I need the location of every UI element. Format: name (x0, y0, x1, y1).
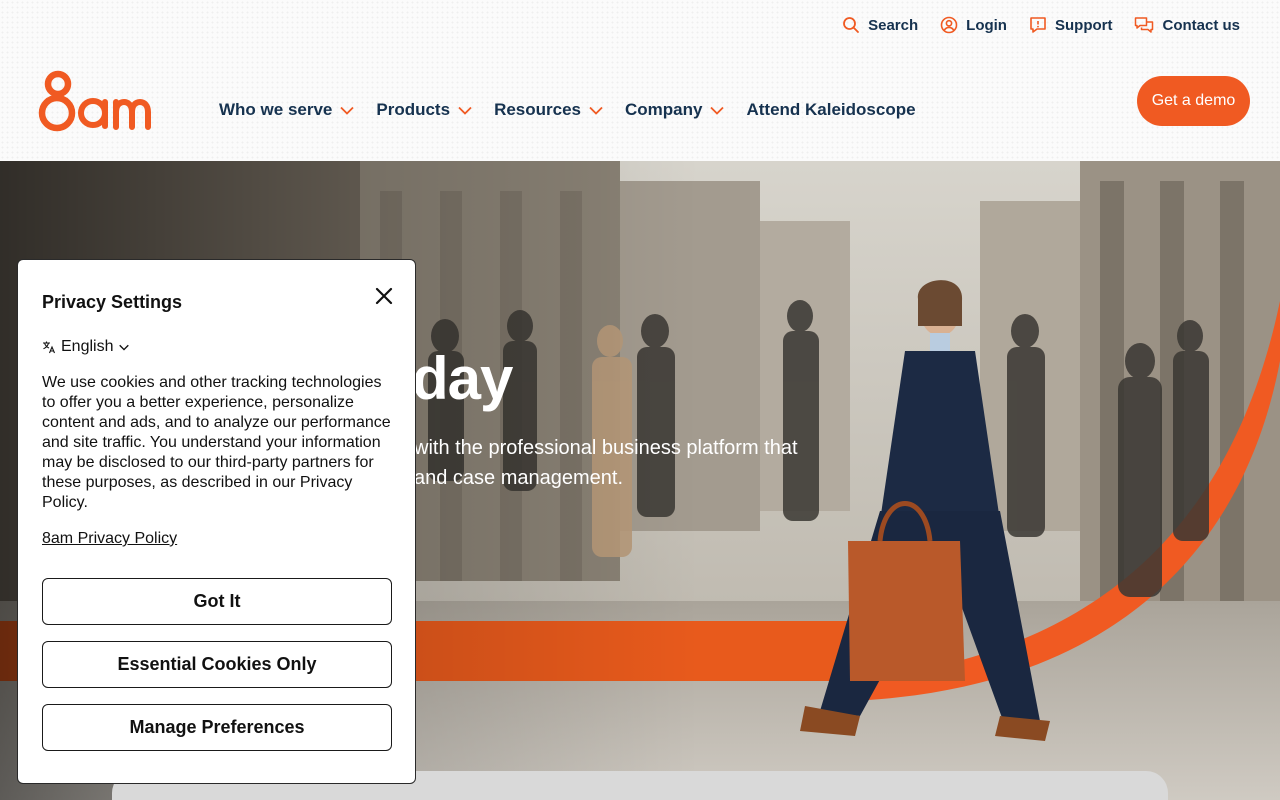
privacy-settings-dialog: Privacy Settings English We use cookies … (17, 259, 416, 784)
hero-title: day (412, 345, 513, 412)
chat-bubbles-icon (1135, 17, 1154, 33)
brand-logo[interactable] (38, 70, 152, 132)
nav-label: Products (376, 100, 451, 119)
nav-who-we-serve[interactable]: Who we serve (219, 98, 355, 122)
nav-attend-kaleidoscope[interactable]: Attend Kaleidoscope (746, 98, 915, 122)
utility-nav: Search Login Support Contact us (842, 14, 1240, 36)
search-icon (843, 17, 860, 33)
chevron-down-icon (589, 106, 603, 115)
chevron-down-icon (710, 106, 725, 115)
hero-subtitle: with the professional business platform … (414, 433, 834, 493)
user-circle-icon (940, 16, 958, 34)
nav-label: Company (625, 100, 703, 119)
support-link-label: Support (1054, 16, 1113, 34)
language-label: English (61, 338, 114, 355)
nav-products[interactable]: Products (376, 98, 472, 122)
got-it-button[interactable]: Got It (42, 578, 392, 625)
language-selector[interactable]: English (42, 338, 130, 356)
nav-label: Attend Kaleidoscope (746, 100, 916, 119)
chevron-down-icon (340, 106, 355, 115)
login-link-label: Login (966, 16, 1007, 34)
hero-subtitle-line-2: and case management. (414, 467, 624, 489)
search-link[interactable]: Search (842, 14, 918, 36)
get-demo-button[interactable]: Get a demo (1137, 76, 1250, 126)
essential-cookies-button[interactable]: Essential Cookies Only (42, 641, 392, 688)
dialog-title: Privacy Settings (42, 292, 183, 312)
close-icon[interactable] (375, 287, 393, 305)
search-link-label: Search (868, 16, 919, 34)
nav-label: Resources (494, 100, 581, 119)
login-link[interactable]: Login (940, 14, 1007, 36)
contact-link[interactable]: Contact us (1134, 14, 1240, 36)
manage-preferences-button[interactable]: Manage Preferences (42, 704, 392, 751)
main-nav: Who we serve Products Resources Company … (219, 98, 916, 122)
nav-company[interactable]: Company (625, 98, 725, 122)
hero-subtitle-line-1: with the professional business platform … (414, 437, 798, 459)
nav-label: Who we serve (219, 100, 333, 119)
chevron-down-icon (458, 106, 472, 115)
contact-link-label: Contact us (1162, 16, 1240, 34)
site-header: Search Login Support Contact us Who we s… (0, 0, 1280, 161)
help-chat-icon (1030, 17, 1046, 33)
privacy-policy-link[interactable]: 8am Privacy Policy (42, 530, 177, 548)
nav-resources[interactable]: Resources (494, 98, 603, 122)
support-link[interactable]: Support (1029, 14, 1113, 36)
dialog-body-text: We use cookies and other tracking techno… (42, 374, 391, 511)
chevron-down-icon (119, 344, 130, 351)
translate-icon (43, 341, 56, 354)
